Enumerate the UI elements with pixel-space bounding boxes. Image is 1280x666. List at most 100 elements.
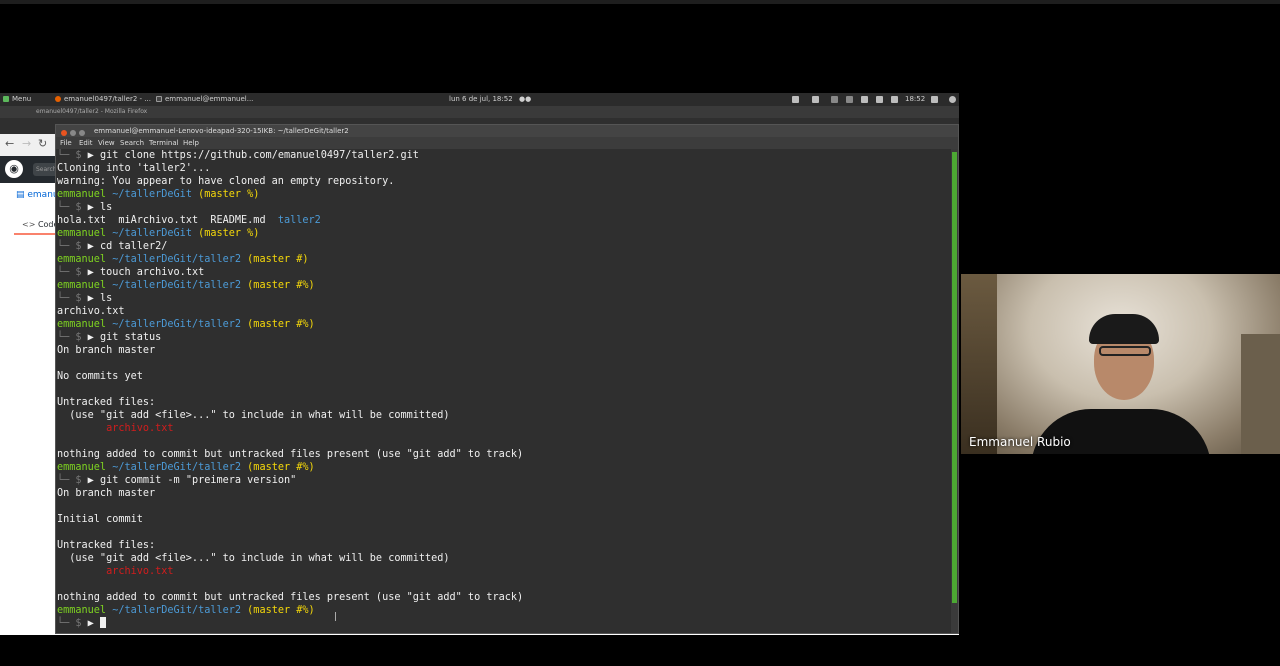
- prompt-decoration: └─ $: [57, 475, 88, 486]
- terminal-command: ls: [99, 202, 113, 213]
- zoom-share-icon[interactable]: ●●: [519, 93, 531, 106]
- taskbar-terminal[interactable]: emmanuel@emmanuel...: [156, 93, 253, 106]
- prompt-path: ~/tallerDeGit: [112, 189, 192, 200]
- close-icon[interactable]: [61, 130, 67, 136]
- menu-view[interactable]: View: [98, 137, 115, 149]
- screen-top-bar: [0, 0, 1280, 4]
- prompt-decoration: ▶: [87, 618, 100, 629]
- directory-entry: taller2: [277, 215, 321, 226]
- prompt-decoration: ▶: [87, 293, 100, 304]
- panel-datetime[interactable]: lun 6 de jul, 18:52: [449, 93, 513, 106]
- tray-icon-4[interactable]: [846, 96, 853, 103]
- terminal-command-line: └─ $ ▶ git clone https://github.com/eman…: [57, 149, 419, 162]
- terminal-prompt: emmanuel ~/tallerDeGit (master %): [57, 188, 259, 201]
- terminal-window[interactable]: emmanuel@emmanuel-Lenovo-ideapad-320-15I…: [55, 124, 959, 634]
- participant-name: Emmanuel Rubio: [969, 435, 1071, 449]
- terminal-command-line: └─ $ ▶ ls: [57, 292, 112, 305]
- terminal-prompt: emmanuel ~/tallerDeGit (master %): [57, 227, 259, 240]
- forward-icon[interactable]: →: [22, 137, 31, 150]
- output-text: Initial commit: [57, 514, 143, 525]
- output-text: On branch master: [57, 488, 156, 499]
- terminal-titlebar: emmanuel@emmanuel-Lenovo-ideapad-320-15I…: [56, 125, 958, 137]
- prompt-decoration: [106, 215, 118, 226]
- settings-icon[interactable]: [931, 96, 938, 103]
- prompt-user: emmanuel: [57, 254, 107, 265]
- prompt-decoration: ▶: [87, 241, 100, 252]
- prompt-branch: (master #%): [247, 280, 315, 291]
- output-text: (use "git add <file>..." to include in w…: [57, 410, 450, 421]
- prompt-branch: (master %): [198, 189, 260, 200]
- file-entry: hola.txt: [57, 215, 107, 226]
- prompt-user: emmanuel: [57, 280, 107, 291]
- terminal-command-line: └─ $ ▶: [57, 617, 106, 630]
- menu-help[interactable]: Help: [183, 137, 199, 149]
- prompt-branch: (master %): [198, 228, 260, 239]
- prompt-decoration: ▶: [87, 150, 100, 161]
- taskbar-firefox[interactable]: emanuel0497/taller2 - ...: [55, 93, 151, 106]
- output-text: nothing added to commit but untracked fi…: [57, 449, 524, 460]
- output-text: warning: You appear to have cloned an em…: [57, 176, 395, 187]
- prompt-decoration: └─ $: [57, 241, 88, 252]
- terminal-command-line: └─ $ ▶ git status: [57, 331, 161, 344]
- menu-edit[interactable]: Edit: [79, 137, 93, 149]
- menu-search[interactable]: Search: [120, 137, 144, 149]
- terminal-window-title: emmanuel@emmanuel-Lenovo-ideapad-320-15I…: [94, 127, 349, 135]
- reload-icon[interactable]: ↻: [38, 137, 47, 150]
- prompt-decoration: └─ $: [57, 332, 88, 343]
- terminal-command: ls: [99, 293, 113, 304]
- terminal-output-line: No commits yet: [57, 370, 143, 383]
- tray-icon-3[interactable]: [831, 96, 838, 103]
- tray-icon-2[interactable]: [812, 96, 819, 103]
- prompt-decoration: └─ $: [57, 618, 88, 629]
- prompt-user: emmanuel: [57, 228, 107, 239]
- tray-icon-1[interactable]: [792, 96, 799, 103]
- volume-icon[interactable]: [891, 96, 898, 103]
- terminal-cursor: [99, 617, 106, 628]
- github-logo-icon[interactable]: ◉: [5, 160, 23, 178]
- terminal-command-line: └─ $ ▶ git commit -m "preimera version": [57, 474, 296, 487]
- webcam-video[interactable]: Emmanuel Rubio: [961, 274, 1280, 454]
- terminal-output-line: On branch master: [57, 487, 155, 500]
- prompt-path: ~/tallerDeGit/taller2: [112, 319, 242, 330]
- power-icon[interactable]: [949, 96, 956, 103]
- file-entry: README.md: [210, 215, 266, 226]
- menu-icon: [3, 96, 9, 102]
- back-icon[interactable]: ←: [5, 137, 14, 150]
- mouse-cursor: [335, 612, 336, 621]
- prompt-branch: (master #%): [247, 605, 315, 616]
- output-text: nothing added to commit but untracked fi…: [57, 592, 524, 603]
- terminal-output-line: nothing added to commit but untracked fi…: [57, 448, 523, 461]
- terminal-command: git commit -m "preimera version": [99, 475, 297, 486]
- menu-button[interactable]: Menu: [3, 93, 31, 106]
- battery-icon[interactable]: [876, 96, 883, 103]
- terminal-command-line: └─ $ ▶ ls: [57, 201, 112, 214]
- terminal-output[interactable]: └─ $ ▶ git clone https://github.com/eman…: [57, 149, 952, 633]
- participant-glasses: [1099, 346, 1151, 356]
- prompt-decoration: [198, 215, 210, 226]
- panel-clock[interactable]: 18:52: [905, 93, 925, 106]
- untracked-file-name: archivo.txt: [57, 566, 174, 577]
- prompt-user: emmanuel: [57, 189, 107, 200]
- code-icon: <>: [22, 220, 36, 229]
- terminal-output-line: archivo.txt: [57, 305, 124, 318]
- terminal-scrollbar-thumb[interactable]: [952, 152, 957, 603]
- prompt-path: ~/tallerDeGit/taller2: [112, 462, 242, 473]
- network-icon[interactable]: [861, 96, 868, 103]
- terminal-command: git status: [99, 332, 162, 343]
- tab-code-underline: [14, 233, 59, 235]
- prompt-decoration: └─ $: [57, 267, 88, 278]
- output-text: On branch master: [57, 345, 156, 356]
- maximize-icon[interactable]: [79, 130, 85, 136]
- menu-terminal[interactable]: Terminal: [149, 137, 179, 149]
- terminal-command: touch archivo.txt: [99, 267, 205, 278]
- shared-desktop: Menu emanuel0497/taller2 - ... emmanuel@…: [0, 93, 959, 635]
- terminal-prompt: emmanuel ~/tallerDeGit/taller2 (master #…: [57, 318, 315, 331]
- untracked-file-name: archivo.txt: [57, 423, 174, 434]
- untracked-file: archivo.txt: [57, 565, 174, 578]
- terminal-output-line: nothing added to commit but untracked fi…: [57, 591, 523, 604]
- menu-file[interactable]: File: [60, 137, 72, 149]
- repo-link[interactable]: ▤ emanu: [16, 190, 59, 200]
- prompt-path: ~/tallerDeGit/taller2: [112, 254, 242, 265]
- tab-code[interactable]: <> Code: [22, 220, 58, 229]
- minimize-icon[interactable]: [70, 130, 76, 136]
